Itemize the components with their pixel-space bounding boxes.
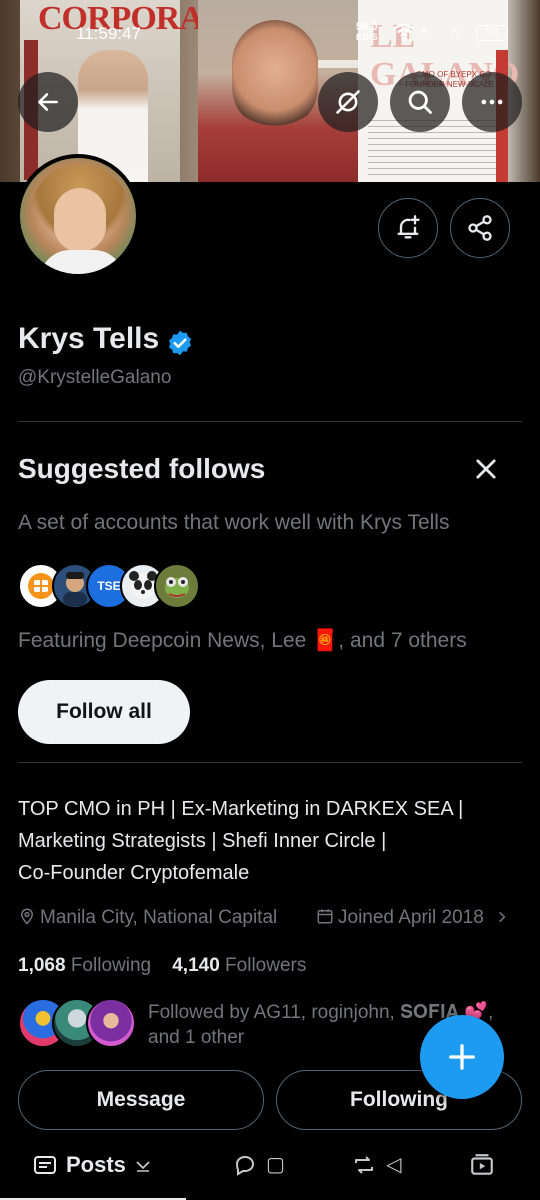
no-signal-icon-2: × (450, 22, 459, 38)
profile-joined[interactable]: Joined April 2018 (316, 906, 509, 929)
follower-avatar[interactable] (86, 998, 136, 1048)
no-signal-icon: × (420, 22, 429, 38)
status-time: 11:59:47 (76, 24, 141, 43)
divider (18, 421, 522, 422)
following-link[interactable]: 1,068 Following (18, 955, 151, 976)
profile-name: Krys Tells (18, 322, 160, 355)
recent-apps-icon[interactable]: ▢ (266, 1152, 285, 1177)
more-options-button[interactable] (462, 72, 522, 132)
bio-line: Marketing Strategists | Shefi Inner Circ… (18, 830, 387, 852)
search-button[interactable] (390, 72, 450, 132)
wifi-icon (393, 23, 415, 41)
close-icon[interactable] (472, 455, 500, 483)
tab-posts-label: Posts (66, 1152, 126, 1177)
avatar[interactable] (16, 154, 140, 278)
message-button[interactable]: Message (18, 1070, 264, 1130)
posts-icon (34, 1156, 56, 1174)
chevron-down-icon (136, 1161, 150, 1172)
profile-handle: @KrystelleGalano (18, 367, 172, 388)
suggested-featuring-text: Featuring Deepcoin News, Lee 🧧, and 7 ot… (18, 629, 467, 652)
location-text: Manila City, National Capital (40, 907, 278, 928)
network-speed: 50.0 KB/S (356, 21, 378, 43)
plus-icon (449, 1044, 475, 1070)
following-count: 1,068 (18, 955, 66, 976)
tab-posts[interactable]: Posts (32, 1152, 152, 1178)
hide-button[interactable] (318, 72, 378, 132)
more-icon (481, 99, 503, 105)
bell-plus-icon (397, 215, 420, 239)
profile-bio: TOP CMO in PH | Ex-Marketing in DARKEX S… (18, 793, 522, 889)
followers-link[interactable]: 4,140 Followers (172, 955, 306, 976)
followers-count: 4,140 (172, 955, 220, 976)
tab-replies[interactable]: ▢ (232, 1152, 285, 1177)
tab-media[interactable] (468, 1152, 496, 1178)
battery-level: 50 (485, 26, 499, 38)
bio-line: Co-Founder Cryptofemale (18, 862, 250, 884)
reply-icon (235, 1155, 255, 1176)
follow-all-button[interactable]: Follow all (18, 680, 190, 744)
suggested-avatar-pepe[interactable] (154, 563, 200, 609)
retweet-icon (355, 1155, 373, 1174)
verified-badge-icon[interactable] (166, 329, 194, 357)
notifications-button[interactable] (378, 198, 438, 258)
back-nav-icon[interactable]: ◁ (386, 1152, 401, 1177)
status-bar: 11:59:47 50.0 KB/S × × 50 (0, 18, 540, 48)
profile-location: Manila City, National Capital (18, 906, 277, 929)
suggested-avatars[interactable]: TSE (18, 563, 218, 609)
followed-by-avatars[interactable] (18, 998, 148, 1050)
follow-counts: 1,068 Following 4,140 Followers (18, 955, 306, 977)
divider (18, 762, 522, 763)
network-speed-unit: KB/S (356, 32, 378, 42)
chevron-right-icon (499, 911, 506, 923)
back-button[interactable] (18, 72, 78, 132)
network-speed-value: 50.0 (356, 21, 378, 33)
profile-tab-bar: Posts ▢ ◁ (0, 1142, 540, 1200)
media-icon (471, 1154, 493, 1175)
suggested-avatar-tse-label: TSE (97, 579, 121, 593)
search-icon (408, 90, 432, 114)
bio-line: TOP CMO in PH | Ex-Marketing in DARKEX S… (18, 798, 464, 820)
suggested-follows-description: A set of accounts that work well with Kr… (18, 511, 450, 534)
suggested-follows-title: Suggested follows (18, 453, 266, 484)
hide-icon (336, 90, 360, 114)
battery-icon: 50 (476, 25, 508, 41)
back-arrow-icon (38, 93, 58, 111)
share-icon (468, 215, 492, 241)
followers-label: Followers (225, 955, 307, 976)
location-icon (20, 908, 34, 925)
following-label: Following (70, 955, 152, 976)
compose-fab-button[interactable] (420, 1015, 504, 1099)
share-button[interactable] (450, 198, 510, 258)
tab-reposts[interactable]: ◁ (350, 1152, 401, 1177)
calendar-icon (317, 909, 333, 924)
joined-text: Joined April 2018 (338, 907, 484, 928)
